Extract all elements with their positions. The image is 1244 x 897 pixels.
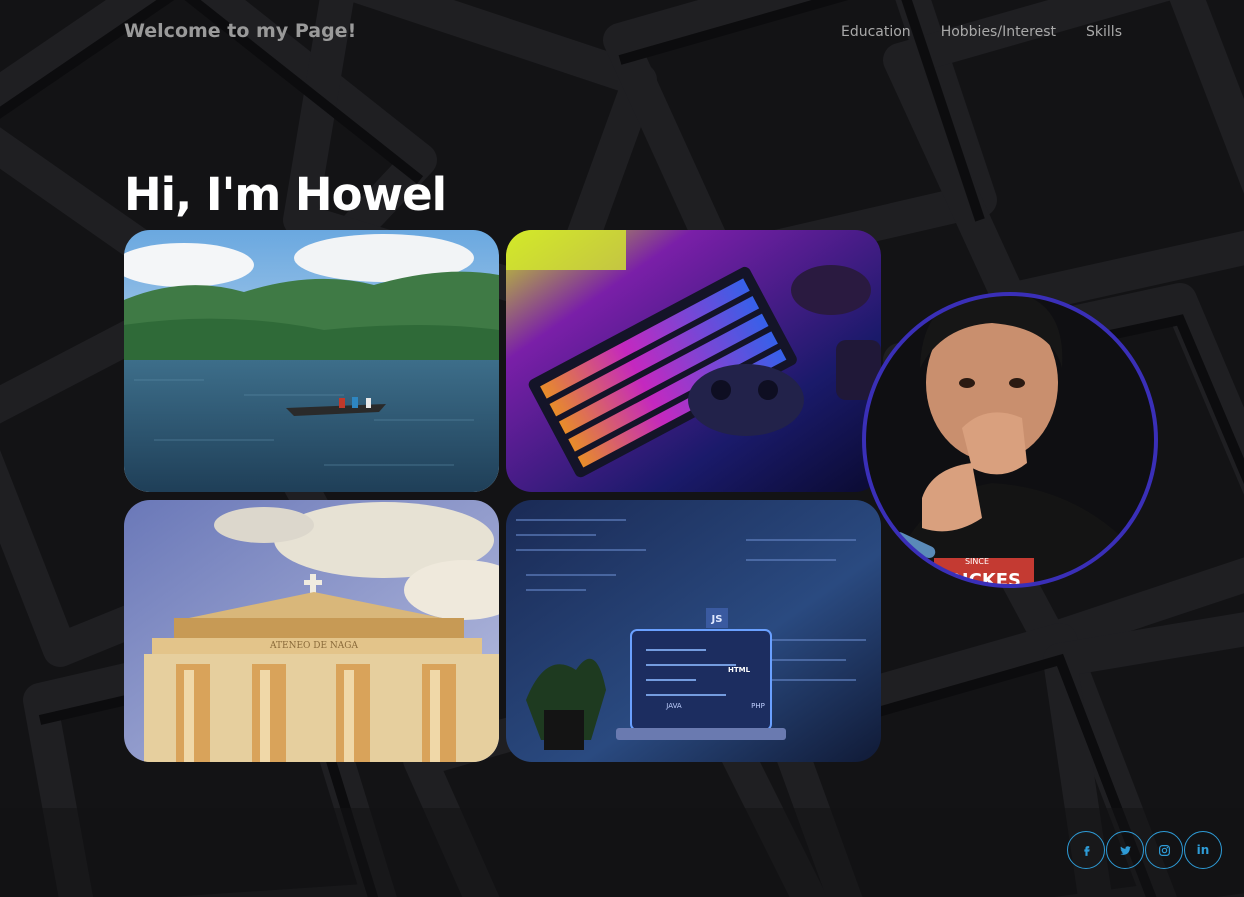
instagram-icon (1158, 844, 1170, 856)
html-label: HTML (728, 666, 751, 674)
nav-link-education[interactable]: Education (841, 24, 911, 40)
hero-title: Hi, I'm Howel (124, 168, 447, 221)
church-sign: ATENEO DE NAGA (269, 641, 358, 651)
instagram-button[interactable] (1145, 831, 1183, 869)
js-label: JS (711, 614, 723, 625)
twitter-icon (1119, 845, 1131, 855)
lake-photo (124, 230, 499, 492)
twitter-button[interactable] (1106, 831, 1144, 869)
shirt-small-text: SINCE (965, 557, 989, 566)
site-brand[interactable]: Welcome to my Page! (124, 20, 356, 42)
social-links: in (1067, 831, 1222, 869)
php-label: PHP (751, 702, 765, 710)
facebook-icon (1083, 845, 1090, 856)
java-label: JAVA (665, 702, 682, 710)
nav-link-hobbies[interactable]: Hobbies/Interest (941, 24, 1056, 40)
facebook-button[interactable] (1067, 831, 1105, 869)
church-photo: ATENEO DE NAGA (124, 500, 499, 762)
linkedin-button[interactable]: in (1184, 831, 1222, 869)
main-nav: Education Hobbies/Interest Skills (841, 24, 1122, 40)
linkedin-icon: in (1196, 843, 1210, 857)
nav-link-skills[interactable]: Skills (1086, 24, 1122, 40)
footer-band (0, 808, 1244, 897)
gaming-setup-photo (506, 230, 881, 492)
avatar: DICKES SINCE (862, 268, 1159, 611)
coding-photo: JS HTML JAVA PHP (506, 500, 881, 762)
